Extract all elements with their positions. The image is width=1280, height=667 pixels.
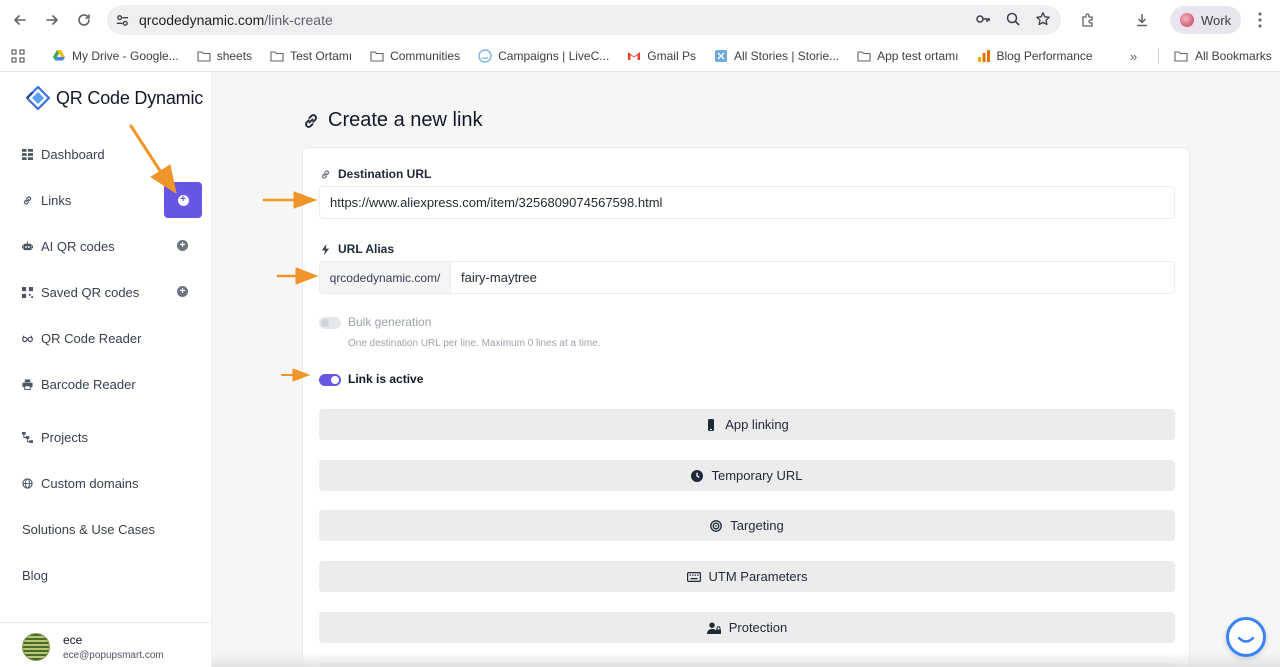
add-saved-qr-code-icon[interactable]: + <box>177 286 188 297</box>
bulk-generation-help: One destination URL per line. Maximum 0 … <box>348 338 601 349</box>
destination-url-label: Destination URL <box>320 167 431 181</box>
grid-icon <box>22 148 33 160</box>
bolt-icon <box>321 243 330 255</box>
zoom-icon[interactable] <box>1005 11 1021 30</box>
bookmark-item[interactable]: Gmail Ps <box>627 49 696 63</box>
logo[interactable]: QR Code Dynamic <box>26 86 203 110</box>
url-alias-input[interactable]: fairy-maytree <box>451 262 1174 293</box>
protection-button[interactable]: Protection <box>319 612 1175 643</box>
mobile-icon <box>708 418 715 431</box>
chat-smile-icon <box>1237 636 1255 643</box>
keyboard-icon <box>686 571 701 582</box>
all-bookmarks[interactable]: All Bookmarks <box>1174 40 1272 72</box>
bookmark-item[interactable]: My Drive - Google... <box>52 49 179 63</box>
glasses-icon <box>22 335 33 342</box>
sidebar-item-barcode-reader[interactable]: Barcode Reader <box>22 374 136 394</box>
targeting-button[interactable]: Targeting <box>319 510 1175 541</box>
user-email: ece@popupsmart.com <box>63 650 164 661</box>
alias-prefix: qrcodedynamic.com/ <box>320 262 451 293</box>
forward-icon[interactable] <box>36 4 68 36</box>
bookmark-item[interactable]: Campaigns | LiveC... <box>478 49 609 63</box>
star-icon[interactable] <box>1035 11 1051 30</box>
destination-url-input[interactable]: https://www.aliexpress.com/item/32568090… <box>319 186 1175 219</box>
gmail-icon <box>628 51 641 60</box>
profile-button[interactable]: Work <box>1170 6 1241 34</box>
bookmark-item[interactable]: Blog Performance <box>977 49 1093 63</box>
url-alias-label: URL Alias <box>320 242 394 256</box>
apps-grid-icon[interactable] <box>0 48 36 63</box>
add-ai-qr-code-icon[interactable]: + <box>177 240 188 251</box>
sidebar-item-dashboard[interactable]: Dashboard <box>22 144 105 164</box>
link-active-toggle[interactable] <box>319 374 341 386</box>
app-linking-button[interactable]: App linking <box>319 409 1175 440</box>
utm-parameters-button[interactable]: UTM Parameters <box>319 561 1175 592</box>
user-lock-icon <box>706 622 721 634</box>
analytics-icon <box>977 49 990 62</box>
qr-icon <box>22 286 33 298</box>
bulk-generation-toggle[interactable] <box>319 317 341 329</box>
folder-icon <box>370 50 384 62</box>
site-settings-icon[interactable] <box>107 13 135 28</box>
bookmark-item[interactable]: All Stories | Storie... <box>714 49 839 63</box>
download-icon[interactable] <box>1130 6 1154 34</box>
password-key-icon[interactable] <box>975 11 991 30</box>
bookmark-item[interactable]: Test Ortamı <box>270 49 352 63</box>
qr-dynamic-logo-icon <box>26 86 50 110</box>
add-link-button[interactable]: + <box>164 182 202 218</box>
bottom-shadow <box>212 652 1280 667</box>
create-link-form: Destination URL https://www.aliexpress.c… <box>302 147 1190 667</box>
bookmarks-bar: My Drive - Google... sheets Test Ortamı … <box>0 40 1280 72</box>
folder-icon <box>197 50 211 62</box>
back-icon[interactable] <box>4 4 36 36</box>
url-alias-field: qrcodedynamic.com/ fairy-maytree <box>319 261 1175 294</box>
profile-avatar <box>1180 13 1194 27</box>
sidebar: QR Code Dynamic Dashboard Links + AI QR … <box>0 72 212 667</box>
address-bar[interactable]: qrcodedynamic.com/link-create <box>107 5 1061 35</box>
chat-widget-button[interactable] <box>1226 617 1266 657</box>
bookmark-item[interactable]: App test ortamı <box>857 49 959 63</box>
sidebar-item-links[interactable]: Links <box>22 190 71 210</box>
drive-icon <box>53 49 65 60</box>
page-title: Create a new link <box>302 109 483 132</box>
sidebar-item-ai-qr-codes[interactable]: AI QR codes <box>22 236 115 256</box>
folder-icon <box>857 50 871 62</box>
temporary-url-button[interactable]: Temporary URL <box>319 460 1175 491</box>
link-icon <box>321 169 330 179</box>
bulk-generation-label: Bulk generation <box>348 315 432 329</box>
reload-icon[interactable] <box>68 4 100 36</box>
clock-icon <box>691 469 704 482</box>
link-icon <box>305 113 317 128</box>
bookmark-item[interactable]: sheets <box>197 49 252 63</box>
printer-icon <box>22 378 33 390</box>
bookmarks-overflow-icon[interactable]: » <box>1130 49 1137 64</box>
avatar <box>22 633 50 661</box>
sidebar-item-qr-code-reader[interactable]: QR Code Reader <box>22 328 141 348</box>
sidebar-item-saved-qr-codes[interactable]: Saved QR codes <box>22 282 139 302</box>
profile-label: Work <box>1201 12 1232 28</box>
sidebar-item-custom-domains[interactable]: Custom domains <box>22 473 139 493</box>
target-icon <box>710 519 723 532</box>
browser-toolbar: qrcodedynamic.com/link-create Work <box>0 0 1280 40</box>
bookmark-item[interactable]: Communities <box>370 49 460 63</box>
url-text: qrcodedynamic.com/link-create <box>139 12 333 28</box>
user-profile[interactable]: ece ece@popupsmart.com <box>0 622 211 667</box>
sitemap-icon <box>22 431 33 443</box>
link-active-label: Link is active <box>348 372 424 386</box>
robot-icon <box>22 240 33 250</box>
folder-icon <box>270 50 284 62</box>
sidebar-item-blog[interactable]: Blog <box>22 565 48 585</box>
logo-text: QR Code Dynamic <box>56 87 204 108</box>
more-menu-icon[interactable] <box>1252 10 1268 33</box>
plus-circle-icon: + <box>177 194 189 206</box>
bookmarks-divider <box>1158 48 1159 64</box>
globe-icon <box>22 477 33 489</box>
sidebar-item-solutions-use-cases[interactable]: Solutions & Use Cases <box>22 519 155 539</box>
extensions-icon[interactable] <box>1076 6 1100 34</box>
user-name: ece <box>63 633 83 647</box>
sidebar-item-projects[interactable]: Projects <box>22 427 88 447</box>
stories-icon <box>714 49 727 62</box>
link-icon <box>23 195 32 205</box>
folder-icon <box>1174 51 1188 62</box>
livechat-icon <box>478 48 492 63</box>
